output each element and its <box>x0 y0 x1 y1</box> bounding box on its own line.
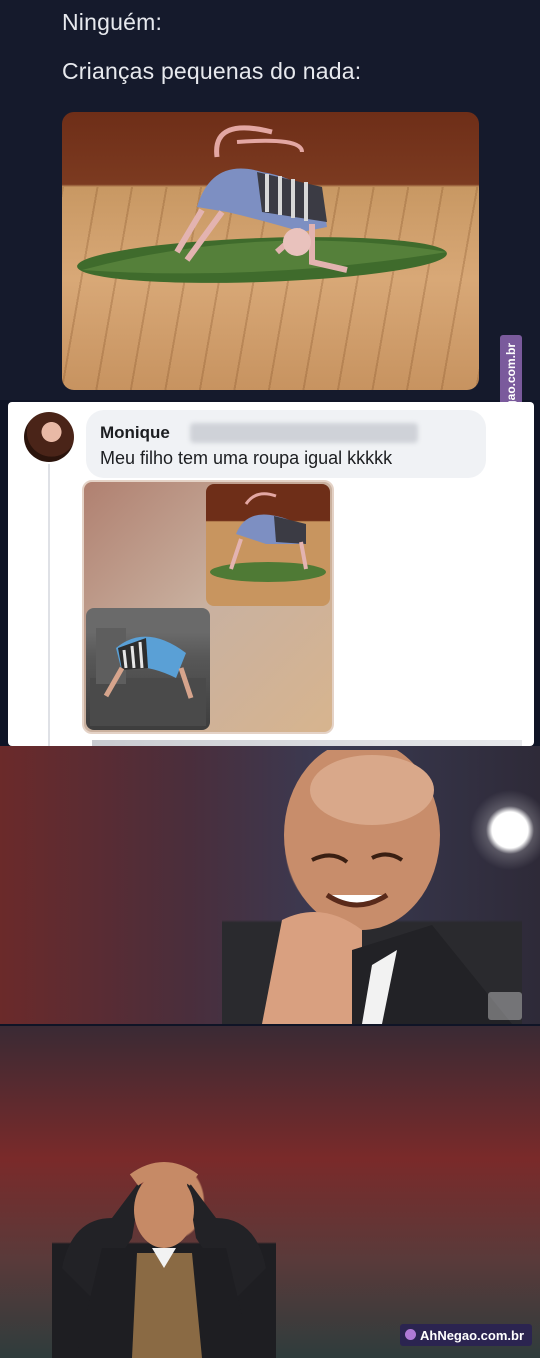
rat-yoga-photo[interactable] <box>62 112 479 390</box>
man-figure <box>262 746 512 1024</box>
attachment-child-photo <box>86 608 210 730</box>
ahnegao-logo-icon <box>404 1329 416 1340</box>
comment-bubble: Monique Meu filho tem uma roupa igual kk… <box>86 410 486 478</box>
man-clasped-hands <box>222 746 522 1024</box>
child-thumbnail <box>90 628 206 726</box>
blurred-surname <box>190 423 418 443</box>
attachment-rat-photo <box>206 484 330 606</box>
comment-attachment-image[interactable] <box>82 480 334 734</box>
tweet-panel: Ninguém: Crianças pequenas do nada: AhNe… <box>0 0 540 447</box>
man-hands-on-head <box>52 1158 276 1358</box>
watermark-bottom: AhNegao.com.br <box>399 1324 532 1346</box>
tweet-text-line2: Crianças pequenas do nada: <box>62 58 362 84</box>
comment-author[interactable]: Monique <box>100 423 170 443</box>
broadcaster-logo <box>488 992 522 1020</box>
rat-thumbnail <box>210 492 326 582</box>
thread-line <box>48 464 50 746</box>
reaction-photo-shocked: AhNegao.com.br <box>0 1026 540 1358</box>
avatar[interactable] <box>24 412 74 462</box>
rat-illustration <box>77 125 447 283</box>
man-figure-2 <box>62 1162 266 1358</box>
reaction-photo-hopeful <box>0 746 540 1024</box>
watermark-bottom-text: AhNegao.com.br <box>419 1327 524 1343</box>
tweet-text-line1: Ninguém: <box>62 9 163 35</box>
comment-text: Meu filho tem uma roupa igual kkkkk <box>100 448 393 468</box>
comment-card: Monique Meu filho tem uma roupa igual kk… <box>8 402 534 746</box>
